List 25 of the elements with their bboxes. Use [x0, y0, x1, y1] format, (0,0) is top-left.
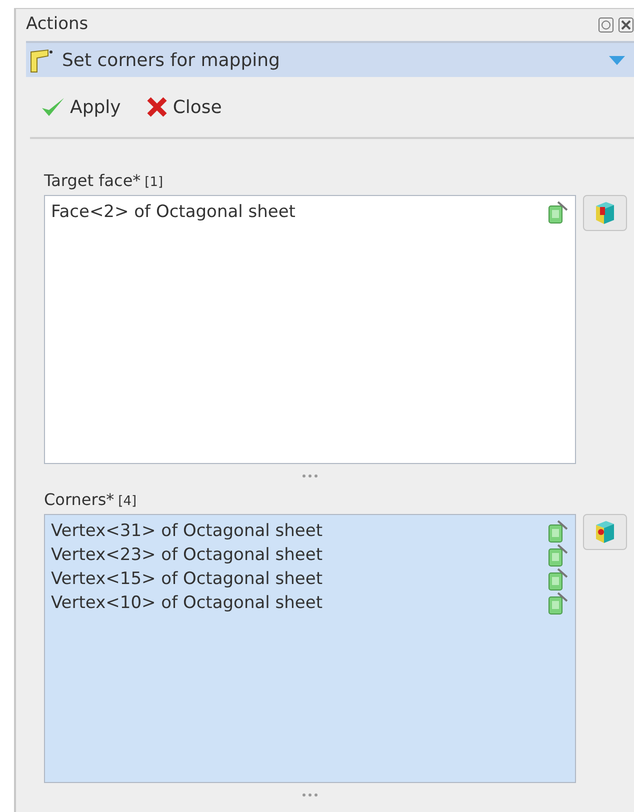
splitter-handle-icon[interactable]	[302, 474, 318, 478]
collapse-arrow-icon[interactable]	[608, 54, 626, 66]
list-item[interactable]: Vertex<15> of Octagonal sheet	[51, 567, 541, 591]
task-title: Set corners for mapping	[62, 48, 281, 72]
panel-title: Actions	[26, 13, 88, 36]
section-label: Target face*	[44, 170, 141, 192]
cross-icon	[144, 95, 169, 119]
selection-list[interactable]: Face<2> of Octagonal sheet	[44, 195, 576, 464]
task-header[interactable]: Set corners for mapping	[26, 41, 634, 77]
list-item[interactable]: Face<2> of Octagonal sheet	[51, 200, 541, 224]
apply-button[interactable]: Apply	[40, 94, 121, 120]
close-icon[interactable]	[618, 17, 634, 33]
list-item[interactable]: Vertex<31> of Octagonal sheet	[51, 519, 541, 543]
item-count: [1]	[144, 174, 164, 192]
pick-button[interactable]	[583, 195, 627, 231]
list-item[interactable]: Vertex<10> of Octagonal sheet	[51, 591, 541, 615]
list-item[interactable]: Vertex<23> of Octagonal sheet	[51, 543, 541, 567]
item-count: [4]	[118, 493, 137, 511]
splitter-handle-icon[interactable]	[302, 793, 318, 797]
selection-list[interactable]: Vertex<31> of Octagonal sheet Vertex<23> of Octagonal sheet Vertex<15> of Octagonal sheet Vertex<10> of Octagonal sheet	[44, 514, 576, 783]
pick-button[interactable]	[583, 514, 627, 550]
close-button[interactable]: Close	[144, 94, 222, 120]
section-label: Corners*	[44, 489, 114, 511]
float-icon[interactable]	[598, 17, 614, 33]
corner-tool-icon	[28, 47, 54, 73]
